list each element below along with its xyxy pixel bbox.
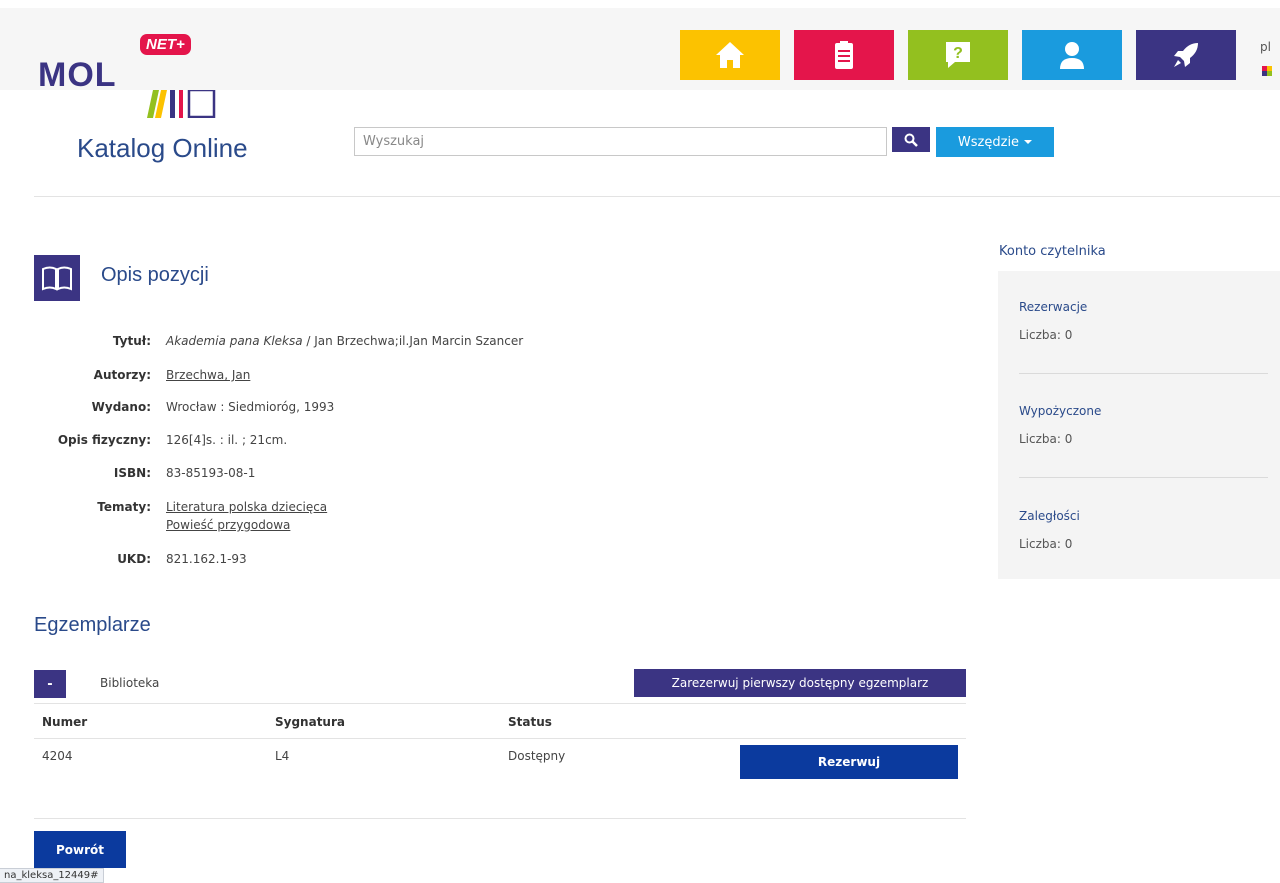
nav-home-button[interactable]	[680, 30, 780, 80]
header-divider	[34, 196, 1280, 197]
reserve-button[interactable]: Rezerwuj	[740, 745, 958, 779]
ukd-value: 821.162.1-93	[166, 552, 247, 566]
search-scope-label: Wszędzie	[957, 134, 1020, 150]
author-link[interactable]: Brzechwa, Jan	[166, 368, 250, 382]
search-button[interactable]	[892, 127, 930, 152]
ukd-label: UKD:	[117, 552, 151, 566]
copy-number: 4204	[42, 749, 73, 763]
loans-count: Liczba: 0	[1019, 432, 1073, 446]
nav-notes-button[interactable]	[794, 30, 894, 80]
physical-label: Opis fizyczny:	[57, 433, 151, 447]
account-panel	[998, 271, 1280, 579]
table-divider	[34, 738, 966, 739]
title-value: Akademia pana Kleksa / Jan Brzechwa;il.J…	[166, 334, 523, 348]
library-label: Biblioteka	[100, 676, 160, 690]
reserve-first-available-button[interactable]: Zarezerwuj pierwszy dostępny egzemplarz	[634, 669, 966, 697]
overdue-link[interactable]: Zaległości	[1019, 509, 1080, 523]
published-value: Wrocław : Siedmioróg, 1993	[166, 400, 335, 414]
table-bottom-divider	[34, 818, 966, 819]
back-button[interactable]: Powrót	[34, 831, 126, 868]
column-header-status: Status	[508, 715, 552, 729]
description-heading: Opis pozycji	[101, 264, 209, 286]
svg-text:?: ?	[953, 45, 963, 62]
rocket-icon	[1174, 43, 1198, 67]
column-header-number: Numer	[42, 715, 88, 729]
account-divider	[1019, 477, 1268, 478]
collapse-library-button[interactable]: -	[34, 670, 66, 698]
title-label: Tytuł:	[112, 334, 151, 348]
katalog-logo-icon	[147, 90, 216, 118]
search-icon	[904, 133, 918, 147]
account-divider	[1019, 373, 1268, 374]
reservations-count: Liczba: 0	[1019, 328, 1073, 342]
search-scope-dropdown[interactable]: Wszędzie	[936, 127, 1054, 157]
physical-value: 126[4]s. : il. ; 21cm.	[166, 433, 288, 447]
home-icon	[716, 42, 744, 68]
user-icon	[1060, 42, 1084, 69]
flag-icon[interactable]	[1262, 66, 1272, 76]
published-label: Wydano:	[91, 400, 151, 414]
logo-text: MOL	[38, 56, 117, 94]
topics-label: Tematy:	[97, 500, 151, 514]
book-icon-box	[34, 255, 80, 301]
title-main: Akademia pana Kleksa	[166, 334, 303, 348]
isbn-value: 83-85193-08-1	[166, 466, 256, 480]
isbn-label: ISBN:	[113, 466, 151, 480]
top-bar: MOL NET+ ? pl	[0, 8, 1280, 94]
column-header-signature: Sygnatura	[275, 715, 345, 729]
open-book-icon	[42, 266, 72, 291]
nav-help-button[interactable]: ?	[908, 30, 1008, 80]
overdue-count: Liczba: 0	[1019, 537, 1073, 551]
logo-badge: NET+	[140, 34, 191, 55]
loans-link[interactable]: Wypożyczone	[1019, 404, 1101, 418]
topic-link-2: Powieść przygodowa	[166, 518, 290, 532]
clipboard-icon	[835, 41, 853, 69]
topic-link[interactable]: Powieść przygodowa	[166, 518, 290, 532]
account-heading: Konto czytelnika	[999, 244, 1106, 259]
search-input[interactable]	[354, 127, 887, 156]
authors-label: Autorzy:	[93, 368, 151, 382]
nav-rocket-button[interactable]	[1136, 30, 1236, 80]
table-divider	[34, 703, 966, 704]
topic-link[interactable]: Literatura polska dziecięca	[166, 500, 327, 514]
copy-status: Dostępny	[508, 749, 566, 763]
copy-signature: L4	[275, 749, 290, 763]
title-responsibility: / Jan Brzechwa;il.Jan Marcin Szancer	[302, 334, 524, 348]
reservations-link[interactable]: Rezerwacje	[1019, 300, 1087, 314]
help-icon: ?	[946, 42, 970, 68]
authors-value: Brzechwa, Jan	[166, 368, 250, 382]
language-select[interactable]: pl	[1260, 40, 1271, 54]
browser-status-url: na_kleksa_12449#	[0, 868, 104, 883]
copies-heading: Egzemplarze	[34, 614, 151, 636]
chevron-down-icon	[1024, 140, 1033, 144]
nav-account-button[interactable]	[1022, 30, 1122, 80]
brand-title: Katalog Online	[77, 133, 248, 163]
topic-link-1: Literatura polska dziecięca	[166, 500, 327, 514]
